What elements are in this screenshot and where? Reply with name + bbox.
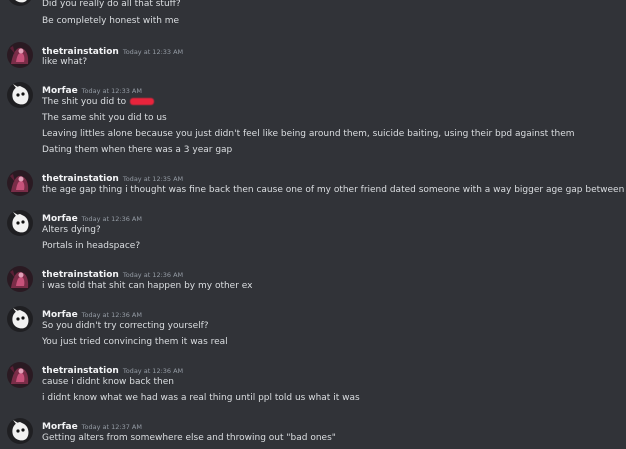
morfae-avatar[interactable] [7, 0, 33, 6]
timestamp: Today at 12:37 AM [81, 423, 142, 431]
timestamp: Today at 12:35 AM [122, 175, 184, 183]
message-line: Be completely honest with me [42, 16, 180, 26]
timestamp: Today at 12:36 AM [81, 215, 142, 223]
thetrainstation-avatar[interactable] [7, 362, 33, 388]
message-line: i was told that shit can happen by my ot… [42, 281, 253, 291]
dark-pink-avatar-icon [7, 170, 33, 196]
morfae-avatar[interactable] [7, 210, 33, 236]
timestamp: Today at 12:33 AM [122, 48, 184, 56]
message-header: Morfae Today at 12:36 AM [42, 209, 142, 224]
message-header: thetrainstation Today at 12:36 AM [42, 265, 184, 280]
morfae-avatar[interactable] [7, 418, 33, 444]
message-line: Leaving littles alone because you just d… [42, 129, 575, 139]
message-line: The shit you did to [42, 95, 154, 109]
morfae-avatar[interactable] [7, 82, 33, 108]
white-creature-avatar-icon [7, 210, 33, 236]
white-creature-avatar-icon [7, 0, 33, 6]
message-header: Morfae Today at 12:36 AM [42, 305, 142, 320]
message-line: You just tried convincing them it was re… [42, 337, 228, 347]
dark-pink-avatar-icon [7, 42, 33, 68]
message-header: thetrainstation Today at 12:33 AM [42, 42, 184, 57]
white-creature-avatar-icon [7, 418, 33, 444]
thetrainstation-avatar[interactable] [7, 170, 33, 196]
message-header: Morfae Today at 12:37 AM [42, 417, 142, 432]
message-header: thetrainstation Today at 12:35 AM [42, 169, 184, 184]
message-line: i didnt know what we had was a real thin… [42, 393, 360, 403]
message-line: like what? [42, 57, 88, 67]
message-line: cause i didnt know back then [42, 377, 175, 387]
message-header: thetrainstation Today at 12:36 AM [42, 361, 184, 376]
message-header: Morfae Today at 12:33 AM [42, 81, 142, 96]
message-line: Did you really do all that stuff? [42, 0, 181, 9]
thetrainstation-avatar[interactable] [7, 266, 33, 292]
message-line: Portals in headspace? [42, 241, 141, 251]
timestamp: Today at 12:36 AM [122, 367, 184, 375]
message-line: Getting alters from somewhere else and t… [42, 433, 336, 443]
morfae-avatar[interactable] [7, 306, 33, 332]
dark-pink-avatar-icon [7, 266, 33, 292]
message-line: So you didn't try correcting yourself? [42, 321, 209, 331]
white-creature-avatar-icon [7, 306, 33, 332]
message-text: The shit you did to [42, 97, 127, 107]
dark-pink-avatar-icon [7, 362, 33, 388]
message-line: Dating them when there was a 3 year gap [42, 145, 233, 155]
message-line: Alters dying? [42, 225, 101, 235]
message-line: The same shit you did to us [42, 113, 167, 123]
chat-message-list: Did you really do all that stuff? Be com… [0, 0, 626, 449]
redaction-mark [129, 98, 154, 105]
timestamp: Today at 12:33 AM [81, 87, 142, 95]
timestamp: Today at 12:36 AM [122, 271, 184, 279]
timestamp: Today at 12:36 AM [81, 311, 142, 319]
white-creature-avatar-icon [7, 82, 33, 108]
thetrainstation-avatar[interactable] [7, 42, 33, 68]
message-line: the age gap thing i thought was fine bac… [42, 185, 626, 195]
